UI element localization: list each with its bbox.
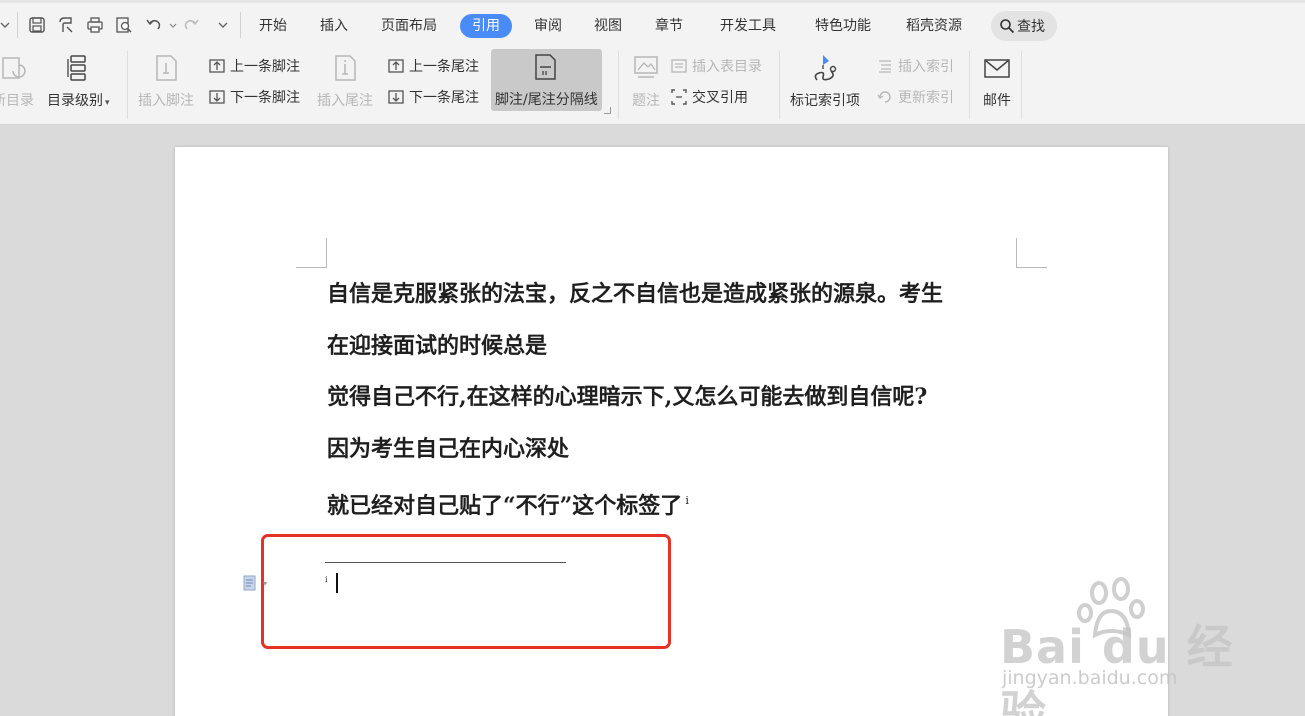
divider [127,51,128,119]
mark-index-entry-label: 标记索引项 [790,93,860,109]
tab-special-features[interactable]: 特色功能 [815,14,871,38]
paragraph-layout-icon [243,575,256,591]
body-paragraph[interactable]: 在迎接面试的时候总是 [327,331,547,361]
update-toc-icon [0,50,30,86]
footnote-icon [149,50,183,86]
mail-icon [980,50,1014,86]
tab-review[interactable]: 审阅 [534,14,562,38]
prev-endnote-button[interactable]: 上一条尾注 [387,55,479,77]
insert-endnote-label: 插入尾注 [317,93,373,109]
tab-page-layout[interactable]: 页面布局 [381,14,437,38]
paragraph-text: 就已经对自己贴了“不行”这个标签了 [327,493,683,519]
prev-footnote-label: 上一条脚注 [230,59,300,75]
body-paragraph[interactable]: 觉得自己不行,在这样的心理暗示下,又怎么可能去做到自信呢? [327,382,927,412]
footnote-separator-button[interactable]: 脚注/尾注分隔线 [491,49,602,111]
mail-button[interactable]: 邮件 [980,50,1014,114]
divider [1021,51,1022,119]
print-icon[interactable] [84,14,106,36]
chevron-down-icon[interactable] [0,14,16,36]
caption-icon [629,50,663,86]
dialog-launcher-icon[interactable] [604,107,611,114]
baidu-jingyan-watermark: Bai du 经验 jingyan.baidu.com [1000,575,1240,716]
insert-table-of-figures-button[interactable]: 插入表目录 [670,55,762,77]
table-of-figures-icon [671,59,687,73]
search-label: 查找 [1017,19,1045,35]
next-footnote-button[interactable]: 下一条脚注 [208,86,300,108]
insert-table-of-figures-label: 插入表目录 [692,59,762,75]
footnote-reference[interactable]: i [685,494,689,507]
tab-view[interactable]: 视图 [594,14,622,38]
tab-docer-resources[interactable]: 稻壳资源 [906,14,962,38]
insert-index-button[interactable]: 插入索引 [876,55,954,77]
separator-line-icon [529,49,563,85]
mail-label: 邮件 [983,93,1011,109]
tab-developer[interactable]: 开发工具 [720,14,776,38]
divider [618,51,619,119]
paragraph-layout-button[interactable]: ▾ [243,574,277,592]
search-button[interactable]: 查找 [991,11,1057,41]
customize-toolbar-icon[interactable] [212,14,234,36]
body-paragraph[interactable]: 因为考生自己在内心深处 [327,434,569,464]
prev-footnote-button[interactable]: 上一条脚注 [208,55,300,77]
update-index-label: 更新索引 [898,90,954,106]
watermark-logo-text: Bai du 经验 [1000,620,1234,716]
insert-endnote-button[interactable]: 插入尾注 [317,50,373,114]
format-painter-icon[interactable] [55,14,77,36]
insert-footnote-button[interactable]: 插入脚注 [138,50,194,114]
caption-label: 题注 [632,93,660,109]
endnote-icon [328,50,362,86]
save-icon[interactable] [26,14,48,36]
next-endnote-button[interactable]: 下一条尾注 [387,86,479,108]
highlight-box [261,534,671,649]
insert-footnote-label: 插入脚注 [138,93,194,109]
insert-index-label: 插入索引 [898,59,954,75]
next-footnote-label: 下一条脚注 [230,90,300,106]
watermark-url: jingyan.baidu.com [1002,667,1178,689]
prev-footnote-icon [209,59,225,73]
caret-down-icon: ▾ [105,98,110,108]
tab-references[interactable]: 引用 [460,14,512,38]
divider [17,12,18,38]
divider [240,12,241,38]
body-paragraph[interactable]: 就已经对自己贴了“不行”这个标签了 i [327,486,689,521]
margin-corner-mark [1016,238,1047,268]
divider [779,51,780,119]
mark-index-entry-button[interactable]: 标记索引项 [790,50,860,114]
divider [969,51,970,119]
cross-reference-label: 交叉引用 [692,90,748,106]
separator-line-label: 脚注/尾注分隔线 [495,92,598,108]
caret-down-icon: ▾ [263,578,268,588]
title-strip [0,0,1305,3]
update-toc-label: 新目录 [0,93,34,109]
cross-reference-icon [671,89,687,105]
toc-level-button[interactable]: 目录级别 ▾ [47,50,110,114]
next-endnote-label: 下一条尾注 [409,90,479,106]
mark-index-icon [808,50,842,86]
next-endnote-icon [388,90,404,104]
menu-bar: 开始 插入 页面布局 引用 审阅 视图 章节 开发工具 特色功能 稻壳资源 查找 [0,0,1305,47]
tab-section[interactable]: 章节 [655,14,683,38]
update-index-icon [877,91,891,103]
print-preview-icon[interactable] [113,14,135,36]
next-footnote-icon [209,90,225,104]
cross-reference-button[interactable]: 交叉引用 [670,86,748,108]
margin-corner-mark [296,238,327,268]
tab-insert[interactable]: 插入 [320,14,348,38]
tab-home[interactable]: 开始 [259,14,287,38]
prev-endnote-icon [388,59,404,73]
redo-icon[interactable] [180,14,202,36]
toc-level-icon [61,50,95,86]
update-toc-button[interactable]: 新目录 [0,50,34,114]
caption-button[interactable]: 题注 [629,50,663,114]
insert-index-icon [879,60,891,73]
toc-level-label: 目录级别 [47,93,103,109]
prev-endnote-label: 上一条尾注 [409,59,479,75]
search-icon [999,18,1017,34]
update-index-button[interactable]: 更新索引 [876,86,954,108]
ribbon-toolbar: 新目录 目录级别▾ 插入脚注 上一条脚注 下一条脚注 插入尾注 上一条尾注 下一… [0,47,1305,125]
body-paragraph[interactable]: 自信是克服紧张的法宝，反之不自信也是造成紧张的源泉。考生 [327,279,943,309]
